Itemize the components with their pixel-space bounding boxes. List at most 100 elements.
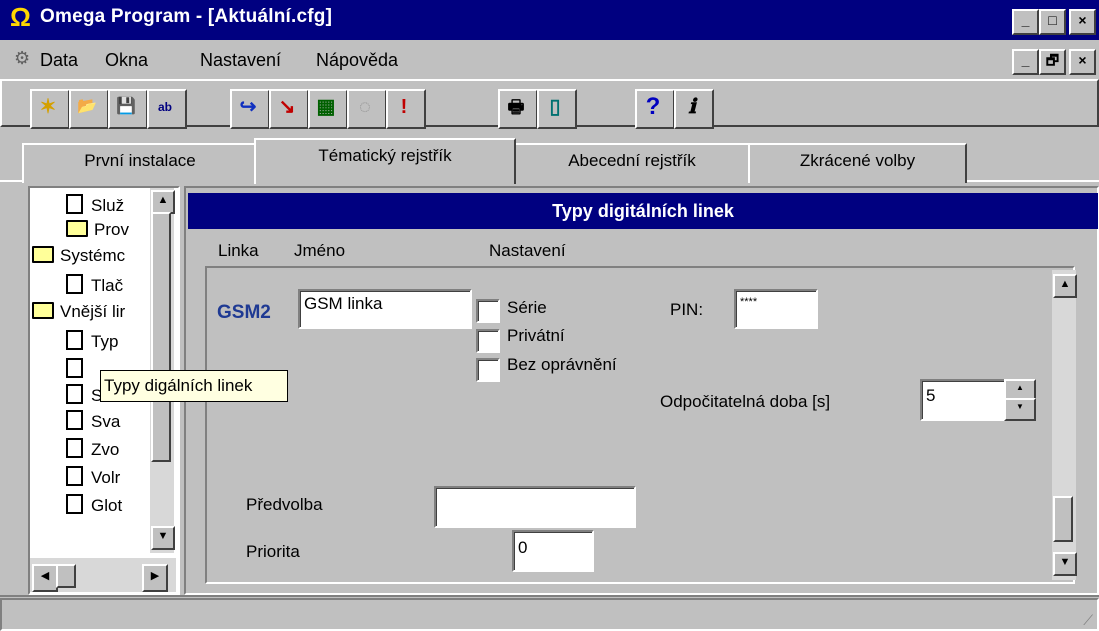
document-icon xyxy=(66,358,83,378)
privatni-checkbox[interactable] xyxy=(476,329,500,353)
scroll-thumb[interactable] xyxy=(151,212,171,462)
tab-prvni-instalace[interactable]: První instalace xyxy=(22,143,258,183)
document-icon: ⚙ xyxy=(14,48,31,68)
line-id: GSM2 xyxy=(217,302,271,323)
document-icon xyxy=(66,466,83,486)
status-divider xyxy=(0,595,1099,597)
disabled-icon: ◌ xyxy=(359,96,371,118)
alert-button[interactable]: ! xyxy=(386,89,426,129)
download-button[interactable]: ↘ xyxy=(269,89,309,129)
save-icon: 💾 xyxy=(116,98,136,115)
close-button[interactable]: × xyxy=(1069,9,1096,35)
scroll-up-button[interactable]: ▲ xyxy=(151,190,175,214)
tree-item[interactable]: Typ xyxy=(66,330,118,352)
open-folder-icon: 📂 xyxy=(77,98,97,115)
scroll-down-button[interactable]: ▼ xyxy=(151,526,175,550)
serie-checkbox[interactable] xyxy=(476,299,500,323)
mdi-close-button[interactable]: × xyxy=(1069,49,1096,75)
document-icon xyxy=(66,330,83,350)
minimize-icon: _ xyxy=(1021,12,1030,28)
print-button[interactable]: 🖶 xyxy=(498,89,538,129)
pin-input[interactable]: **** xyxy=(734,289,818,329)
info-button[interactable]: ℹ xyxy=(674,89,714,129)
document-icon xyxy=(66,438,83,458)
column-linka: Linka xyxy=(218,241,259,260)
exit-button[interactable]: ▯ xyxy=(537,89,577,129)
minimize-button[interactable]: _ xyxy=(1012,9,1039,35)
door-icon: ▯ xyxy=(549,96,561,118)
document-icon xyxy=(66,384,83,404)
open-folder-icon xyxy=(32,302,54,319)
scroll-right-button[interactable]: ▶ xyxy=(142,564,168,592)
toolbar: ✶ 📂 💾 ab ↪ ↘ ▦ ◌ ! 🖶 ▯ ? ℹ xyxy=(0,79,1099,129)
prefix-label: Předvolba xyxy=(246,495,323,514)
tree-item[interactable] xyxy=(66,358,91,380)
line-name-input[interactable]: GSM linka xyxy=(298,289,472,329)
scroll-left-button[interactable]: ◀ xyxy=(32,564,58,592)
panel-title: Typy digitálních linek xyxy=(188,193,1098,229)
mdi-close-icon: × xyxy=(1078,52,1087,68)
maximize-icon: □ xyxy=(1048,12,1057,28)
hscroll-thumb[interactable] xyxy=(56,564,76,588)
save-button[interactable]: 💾 xyxy=(108,89,148,129)
tab-abecedni-rejstrik[interactable]: Abecední rejstřík xyxy=(512,143,752,183)
column-nastaveni: Nastavení xyxy=(489,241,566,260)
menu-okna[interactable]: Okna xyxy=(105,50,148,71)
mdi-minimize-icon: _ xyxy=(1021,52,1030,68)
tab-zkracene-volby[interactable]: Zkrácené volby xyxy=(748,143,967,183)
disabled-button[interactable]: ◌ xyxy=(347,89,387,129)
window-title: Omega Program - [Aktuální.cfg] xyxy=(40,6,333,27)
save-as-button[interactable]: ab xyxy=(147,89,187,129)
app-omega-icon: Ω xyxy=(10,2,31,32)
menu-napoveda[interactable]: Nápověda xyxy=(316,50,398,71)
tooltip: Typy digálních linek xyxy=(100,370,288,402)
connect-icon: ↪ xyxy=(239,96,257,118)
tree-item[interactable]: Volr xyxy=(66,466,120,488)
countdown-label: Odpočitatelná doba [s] xyxy=(660,392,831,411)
countdown-input[interactable]: 5 xyxy=(920,379,1010,421)
resize-grip-icon[interactable]: ⟋ xyxy=(1083,612,1093,629)
privatni-label: Privátní xyxy=(507,326,565,345)
open-folder-icon xyxy=(32,246,54,263)
new-button[interactable]: ✶ xyxy=(30,89,70,129)
menu-data[interactable]: Data xyxy=(40,50,78,71)
menu-bar: ⚙ Data Okna Nastavení Nápověda _ 🗗 × xyxy=(0,40,1099,78)
settings-scroll-down-button[interactable]: ▼ xyxy=(1053,552,1077,576)
help-icon: ? xyxy=(645,93,661,120)
settings-vertical-scrollbar[interactable]: ▲ ▼ xyxy=(1052,270,1077,580)
maximize-button[interactable]: □ xyxy=(1039,9,1066,35)
tree-item[interactable]: Glot xyxy=(66,494,122,516)
mdi-minimize-button[interactable]: _ xyxy=(1012,49,1039,75)
module-button[interactable]: ▦ xyxy=(308,89,348,129)
title-bar: Ω Omega Program - [Aktuální.cfg] _ □ × xyxy=(0,0,1099,40)
tree-item[interactable]: Systémc xyxy=(32,246,125,266)
spin-down-button[interactable]: ▼ xyxy=(1004,398,1036,421)
help-button[interactable]: ? xyxy=(635,89,675,129)
document-icon xyxy=(66,194,83,214)
menu-nastaveni[interactable]: Nastavení xyxy=(200,50,281,71)
status-bar: ⟋ xyxy=(0,598,1099,631)
tree-horizontal-scrollbar[interactable]: ◀ ▶ xyxy=(30,558,176,592)
tree-item[interactable]: Služ xyxy=(66,194,124,216)
tree-item[interactable]: Sva xyxy=(66,410,120,432)
priority-input[interactable]: 0 xyxy=(512,530,594,572)
document-icon xyxy=(66,410,83,430)
download-icon: ↘ xyxy=(278,96,296,118)
mdi-restore-button[interactable]: 🗗 xyxy=(1039,49,1066,75)
prefix-input[interactable] xyxy=(434,486,636,528)
tree-item[interactable]: Zvo xyxy=(66,438,119,460)
tree-item[interactable]: Vnější lir xyxy=(32,302,125,322)
settings-scroll-thumb[interactable] xyxy=(1053,496,1073,542)
tab-tematicky-rejstrik[interactable]: Tématický rejstřík xyxy=(254,138,516,184)
folder-icon xyxy=(66,220,88,237)
document-icon xyxy=(66,274,83,294)
tree-item[interactable]: Prov xyxy=(66,220,129,240)
connect-button[interactable]: ↪ xyxy=(230,89,270,129)
tree-item[interactable]: Tlač xyxy=(66,274,123,296)
open-button[interactable]: 📂 xyxy=(69,89,109,129)
column-jmeno: Jméno xyxy=(294,241,346,260)
bez-opravneni-checkbox[interactable] xyxy=(476,358,500,382)
save-as-icon: ab xyxy=(157,100,172,114)
priority-label: Priorita xyxy=(246,542,300,561)
settings-scroll-up-button[interactable]: ▲ xyxy=(1053,274,1077,298)
